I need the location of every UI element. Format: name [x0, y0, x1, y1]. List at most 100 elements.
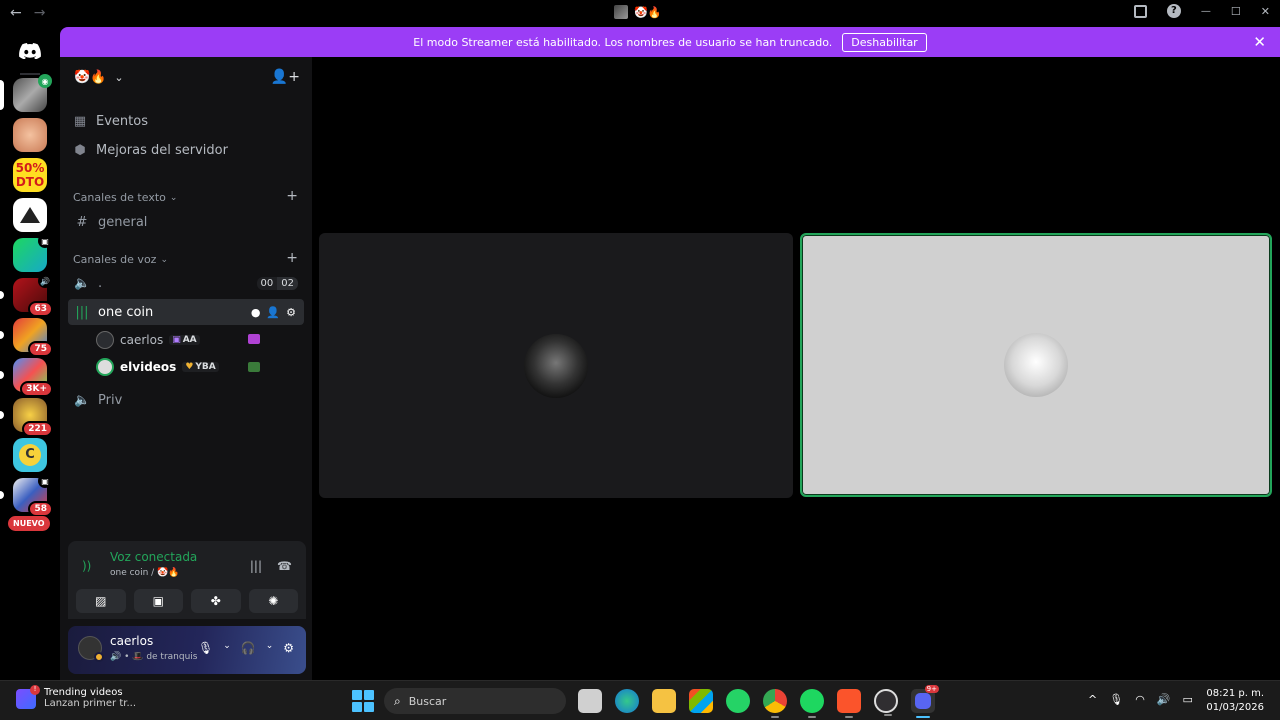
server-header[interactable]: 🤡🔥 ⌄ 👤+: [60, 57, 312, 97]
disconnect-icon[interactable]: ☎: [277, 559, 292, 573]
server-icon-7[interactable]: 75: [0, 318, 53, 357]
screen-share-button[interactable]: ▣: [133, 589, 183, 613]
window-controls: ? — ☐ ✕: [1133, 4, 1270, 18]
server-icon-9[interactable]: 221: [0, 398, 53, 437]
channel-label: one coin: [98, 304, 154, 320]
microphone-icon[interactable]: 🎙: [198, 641, 213, 655]
participant-tile-elvideos-speaking[interactable]: [800, 233, 1272, 497]
server-icon-8[interactable]: 3K+: [0, 358, 53, 397]
voice-channel-dot[interactable]: 🔈 . 00 02: [68, 270, 304, 296]
server-icon-1[interactable]: ◉: [0, 74, 52, 112]
invite-people-icon[interactable]: 👤+: [271, 69, 300, 85]
volume-icon[interactable]: 🔊: [1157, 693, 1171, 706]
gear-icon[interactable]: ⚙: [286, 306, 296, 319]
brave-icon[interactable]: [837, 689, 861, 718]
channel-general[interactable]: # general: [68, 209, 304, 235]
voice-member-caerlos[interactable]: caerlos ▣ AA: [96, 331, 260, 349]
add-text-channel-icon[interactable]: +: [286, 188, 298, 204]
clan-tag: ▣ AA: [169, 335, 200, 345]
server-icon-10[interactable]: C: [13, 438, 47, 472]
channel-label: general: [98, 214, 148, 230]
back-button[interactable]: ←: [10, 5, 22, 21]
user-name[interactable]: caerlos: [110, 634, 153, 648]
voice-status-title[interactable]: Voz conectada: [110, 550, 197, 564]
idle-status-dot: [94, 652, 104, 662]
server-thumbnail: [614, 5, 628, 19]
inbox-icon[interactable]: [1133, 4, 1147, 18]
windows-start-icon[interactable]: [352, 690, 374, 712]
clock[interactable]: 08:21 p. m. 01/03/2026: [1206, 687, 1264, 715]
new-badge[interactable]: NUEVO: [8, 516, 50, 531]
sidebar-item-server-boosts[interactable]: ⬢ Mejoras del servidor: [72, 143, 228, 158]
voice-member-elvideos[interactable]: elvideos ♥ YBA: [96, 358, 260, 376]
invite-user-icon[interactable]: 👤: [266, 306, 280, 319]
voice-status-subtitle[interactable]: one coin / 🤡🔥: [110, 568, 179, 578]
voice-channel-priv[interactable]: 🔈 Priv: [68, 387, 304, 413]
camera-off-button[interactable]: ▨: [76, 589, 126, 613]
whatsapp-icon[interactable]: [726, 689, 750, 713]
chevron-down-icon[interactable]: ⌄: [266, 641, 274, 655]
spotify-icon[interactable]: [800, 689, 824, 718]
channel-sidebar: 🤡🔥 ⌄ 👤+ ▦ Eventos ⬢ Mejoras del servidor…: [60, 57, 312, 680]
participant-tile-caerlos[interactable]: [319, 233, 793, 498]
title-bar: ← → 🤡🔥 ? — ☐ ✕: [0, 0, 1280, 27]
chevron-down-icon[interactable]: ⌄: [223, 641, 231, 655]
minimize-button[interactable]: —: [1201, 6, 1211, 17]
forward-button[interactable]: →: [34, 5, 46, 21]
activities-button[interactable]: ✤: [191, 589, 241, 613]
server-icon-11[interactable]: ▣ 58: [0, 474, 53, 517]
chevron-up-icon[interactable]: ^: [1088, 693, 1097, 706]
mention-badge: 3K+: [20, 381, 53, 397]
taskbar-search[interactable]: ⌕ Buscar: [384, 688, 566, 714]
discord-taskbar-icon[interactable]: 9+: [911, 685, 939, 718]
server-icon-2[interactable]: [13, 118, 47, 152]
calendar-icon: ▦: [73, 114, 87, 129]
headphones-icon[interactable]: 🎧: [241, 641, 256, 655]
maximize-button[interactable]: ☐: [1231, 5, 1241, 18]
banner-close-icon[interactable]: ✕: [1253, 33, 1266, 51]
discord-home-button[interactable]: [14, 35, 46, 67]
unread-pip: [0, 411, 4, 419]
disable-streamer-button[interactable]: Deshabilitar: [842, 32, 927, 52]
file-explorer-icon[interactable]: [652, 689, 676, 713]
server-icon-3[interactable]: 50% DTO: [13, 158, 47, 192]
search-placeholder: Buscar: [408, 694, 447, 708]
noise-suppression-icon[interactable]: |||: [250, 559, 262, 573]
user-controls: 🎙 ⌄ 🎧 ⌄ ⚙: [198, 641, 294, 655]
microphone-tray-icon[interactable]: 🎙: [1109, 693, 1123, 706]
user-panel: caerlos 🔊 • 🎩 de tranquis 🎙 ⌄ 🎧 ⌄ ⚙: [68, 626, 306, 674]
task-view-icon[interactable]: [578, 689, 602, 713]
help-icon[interactable]: ?: [1166, 4, 1181, 18]
channel-tools: ● 👤 ⚙: [251, 306, 296, 319]
chrome-icon[interactable]: [763, 689, 787, 718]
sidebar-item-events[interactable]: ▦ Eventos: [72, 114, 148, 129]
server-icon-6[interactable]: 🔊 63: [0, 274, 53, 317]
gear-icon[interactable]: ⚙: [283, 641, 294, 655]
screen-share-indicator-icon: ▣: [38, 234, 52, 248]
server-icon-4[interactable]: [13, 198, 47, 232]
close-window-button[interactable]: ✕: [1261, 5, 1270, 18]
chat-bubble-icon[interactable]: ●: [251, 306, 261, 319]
text-channels-category[interactable]: Canales de texto ⌄: [73, 191, 177, 204]
microsoft-store-icon[interactable]: [689, 689, 713, 713]
soundboard-button[interactable]: ✺: [248, 589, 298, 613]
battery-icon[interactable]: ▭: [1183, 693, 1193, 706]
wifi-icon[interactable]: ◠: [1135, 693, 1145, 706]
activities-icon: ✤: [210, 594, 221, 608]
edge-icon[interactable]: [615, 689, 639, 713]
news-widget[interactable]: ! Trending videos Lanzan primer tr...: [16, 685, 136, 709]
server-icon-5[interactable]: ▣: [13, 234, 52, 272]
windows-taskbar: ! Trending videos Lanzan primer tr... ⌕ …: [0, 680, 1280, 720]
triangle-logo-icon: [20, 207, 40, 223]
banner-message: El modo Streamer está habilitado. Los no…: [413, 35, 833, 49]
obs-icon[interactable]: [874, 689, 898, 716]
add-voice-channel-icon[interactable]: +: [286, 250, 298, 266]
voice-channels-category[interactable]: Canales de voz ⌄: [73, 253, 168, 266]
clan-badge-icon: ▣: [172, 335, 181, 345]
user-avatar[interactable]: [78, 636, 104, 662]
voice-channel-one-coin[interactable]: ||| one coin ● 👤 ⚙: [68, 299, 304, 325]
signal-icon[interactable]: )): [82, 559, 91, 573]
avatar: [96, 331, 114, 349]
user-count-badge: 00 02: [256, 276, 298, 290]
server-emoji-title: 🤡🔥: [634, 5, 662, 19]
